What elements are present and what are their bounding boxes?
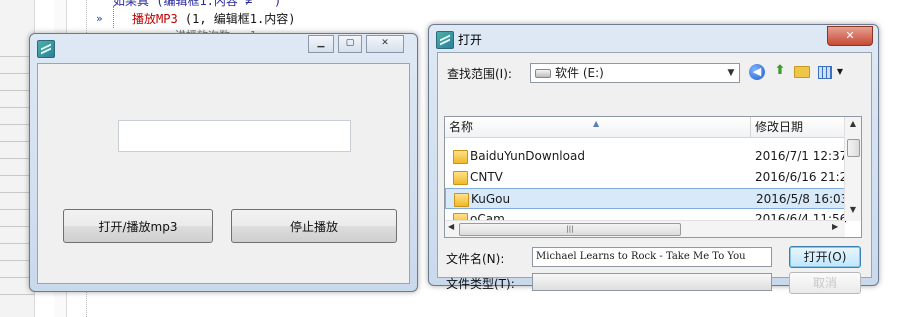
code-line-play-mp3[interactable]: 播放MP3 (1, 编辑框1.内容) [132, 10, 296, 27]
drive-icon [535, 69, 551, 78]
column-name-label: 名称 [449, 120, 474, 134]
minimize-button[interactable]: ▁ [308, 35, 334, 53]
filetype-combobox[interactable] [532, 273, 772, 291]
column-name[interactable]: 名称 ▲ [445, 117, 751, 137]
new-folder-icon[interactable] [794, 66, 810, 78]
stop-playback-button[interactable]: 停止播放 [231, 209, 397, 243]
filetype-label: 文件类型(T): [446, 277, 515, 291]
dialog-app-icon [436, 31, 454, 49]
filename-input[interactable]: Michael Learns to Rock - Take Me To You [532, 247, 772, 267]
code-args: (1, 编辑框1.内容) [177, 12, 296, 26]
code-keyword: 播放MP3 [132, 12, 178, 26]
file-list[interactable]: 名称 ▲ 修改日期 BaiduYunDownload 2016/7/1 12:3… [444, 116, 862, 238]
code-block-guide [113, 6, 114, 28]
scroll-left-icon[interactable]: ◀ [448, 222, 454, 231]
look-in-label: 查找范围(I): [447, 67, 512, 81]
file-date: 2016/6/16 21:22 [755, 170, 855, 184]
current-line-arrow-icon: » [96, 12, 103, 25]
file-date: 2016/5/8 16:03 [756, 192, 849, 206]
up-folder-icon[interactable]: ⬆ [771, 62, 789, 80]
vertical-scroll-thumb[interactable] [847, 139, 860, 157]
horizontal-scroll-thumb[interactable]: ||| [459, 223, 681, 236]
sort-ascending-icon: ▲ [593, 119, 600, 128]
open-play-mp3-button[interactable]: 打开/播放mp3 [63, 209, 213, 243]
column-modified-label: 修改日期 [755, 120, 804, 134]
dialog-title: 打开 [458, 33, 483, 47]
list-item[interactable]: CNTV 2016/6/16 21:22 [445, 167, 855, 188]
dialog-close-button[interactable]: ✕ [827, 26, 873, 46]
player-window-titlebar[interactable]: ▁ ▢ ✕ [30, 34, 417, 60]
close-button[interactable]: ✕ [366, 35, 404, 53]
player-window-client: 打开/播放mp3 停止播放 [37, 63, 410, 284]
view-dropdown-chevron-icon[interactable]: ▼ [831, 63, 849, 81]
file-name: KuGou [471, 192, 511, 206]
folder-icon [453, 171, 468, 185]
maximize-button[interactable]: ▢ [338, 35, 362, 53]
file-date: 2016/7/1 12:37 [755, 149, 848, 163]
vertical-scrollbar[interactable]: ▲ ▼ [844, 117, 861, 221]
list-item-selected[interactable]: KuGou 2016/5/8 16:03 [445, 188, 849, 209]
open-button[interactable]: 打开(O) [789, 246, 861, 268]
back-icon[interactable]: ◀ [749, 64, 765, 80]
horizontal-scrollbar[interactable]: ◀ ||| ▶ [445, 220, 845, 237]
column-modified-date[interactable]: 修改日期 [751, 117, 845, 137]
scroll-up-icon[interactable]: ▲ [845, 119, 861, 128]
dialog-client: 查找范围(I): 软件 (E:) ▼ ◀ ⬆ ▼ 名称 ▲ 修改日期 Baidu [437, 52, 872, 294]
file-list-header: 名称 ▲ 修改日期 [445, 117, 845, 138]
cancel-button[interactable]: 取消 [789, 272, 861, 294]
filename-label: 文件名(N): [446, 252, 505, 266]
view-menu-icon[interactable] [818, 66, 832, 79]
player-window: ▁ ▢ ✕ 打开/播放mp3 停止播放 [29, 33, 418, 292]
app-icon [37, 40, 55, 58]
scroll-right-icon[interactable]: ▶ [832, 222, 838, 231]
chevron-down-icon: ▼ [727, 68, 735, 78]
code-line-if[interactable]: 如果真 (编辑框1.内容 ≠ "") [113, 0, 281, 9]
folder-icon [453, 150, 468, 164]
scroll-down-icon[interactable]: ▼ [845, 205, 861, 214]
file-name: BaiduYunDownload [470, 149, 585, 163]
look-in-combobox[interactable]: 软件 (E:) ▼ [530, 63, 740, 83]
folder-icon [454, 193, 469, 207]
file-name: CNTV [470, 170, 503, 184]
list-item[interactable]: BaiduYunDownload 2016/7/1 12:37 [445, 146, 848, 167]
open-file-dialog: 打开 ✕ 查找范围(I): 软件 (E:) ▼ ◀ ⬆ ▼ 名称 ▲ 修改日期 [428, 24, 879, 294]
mp3-path-input[interactable] [118, 120, 351, 152]
look-in-value: 软件 (E:) [555, 66, 604, 80]
dialog-titlebar[interactable]: 打开 ✕ [429, 25, 878, 51]
